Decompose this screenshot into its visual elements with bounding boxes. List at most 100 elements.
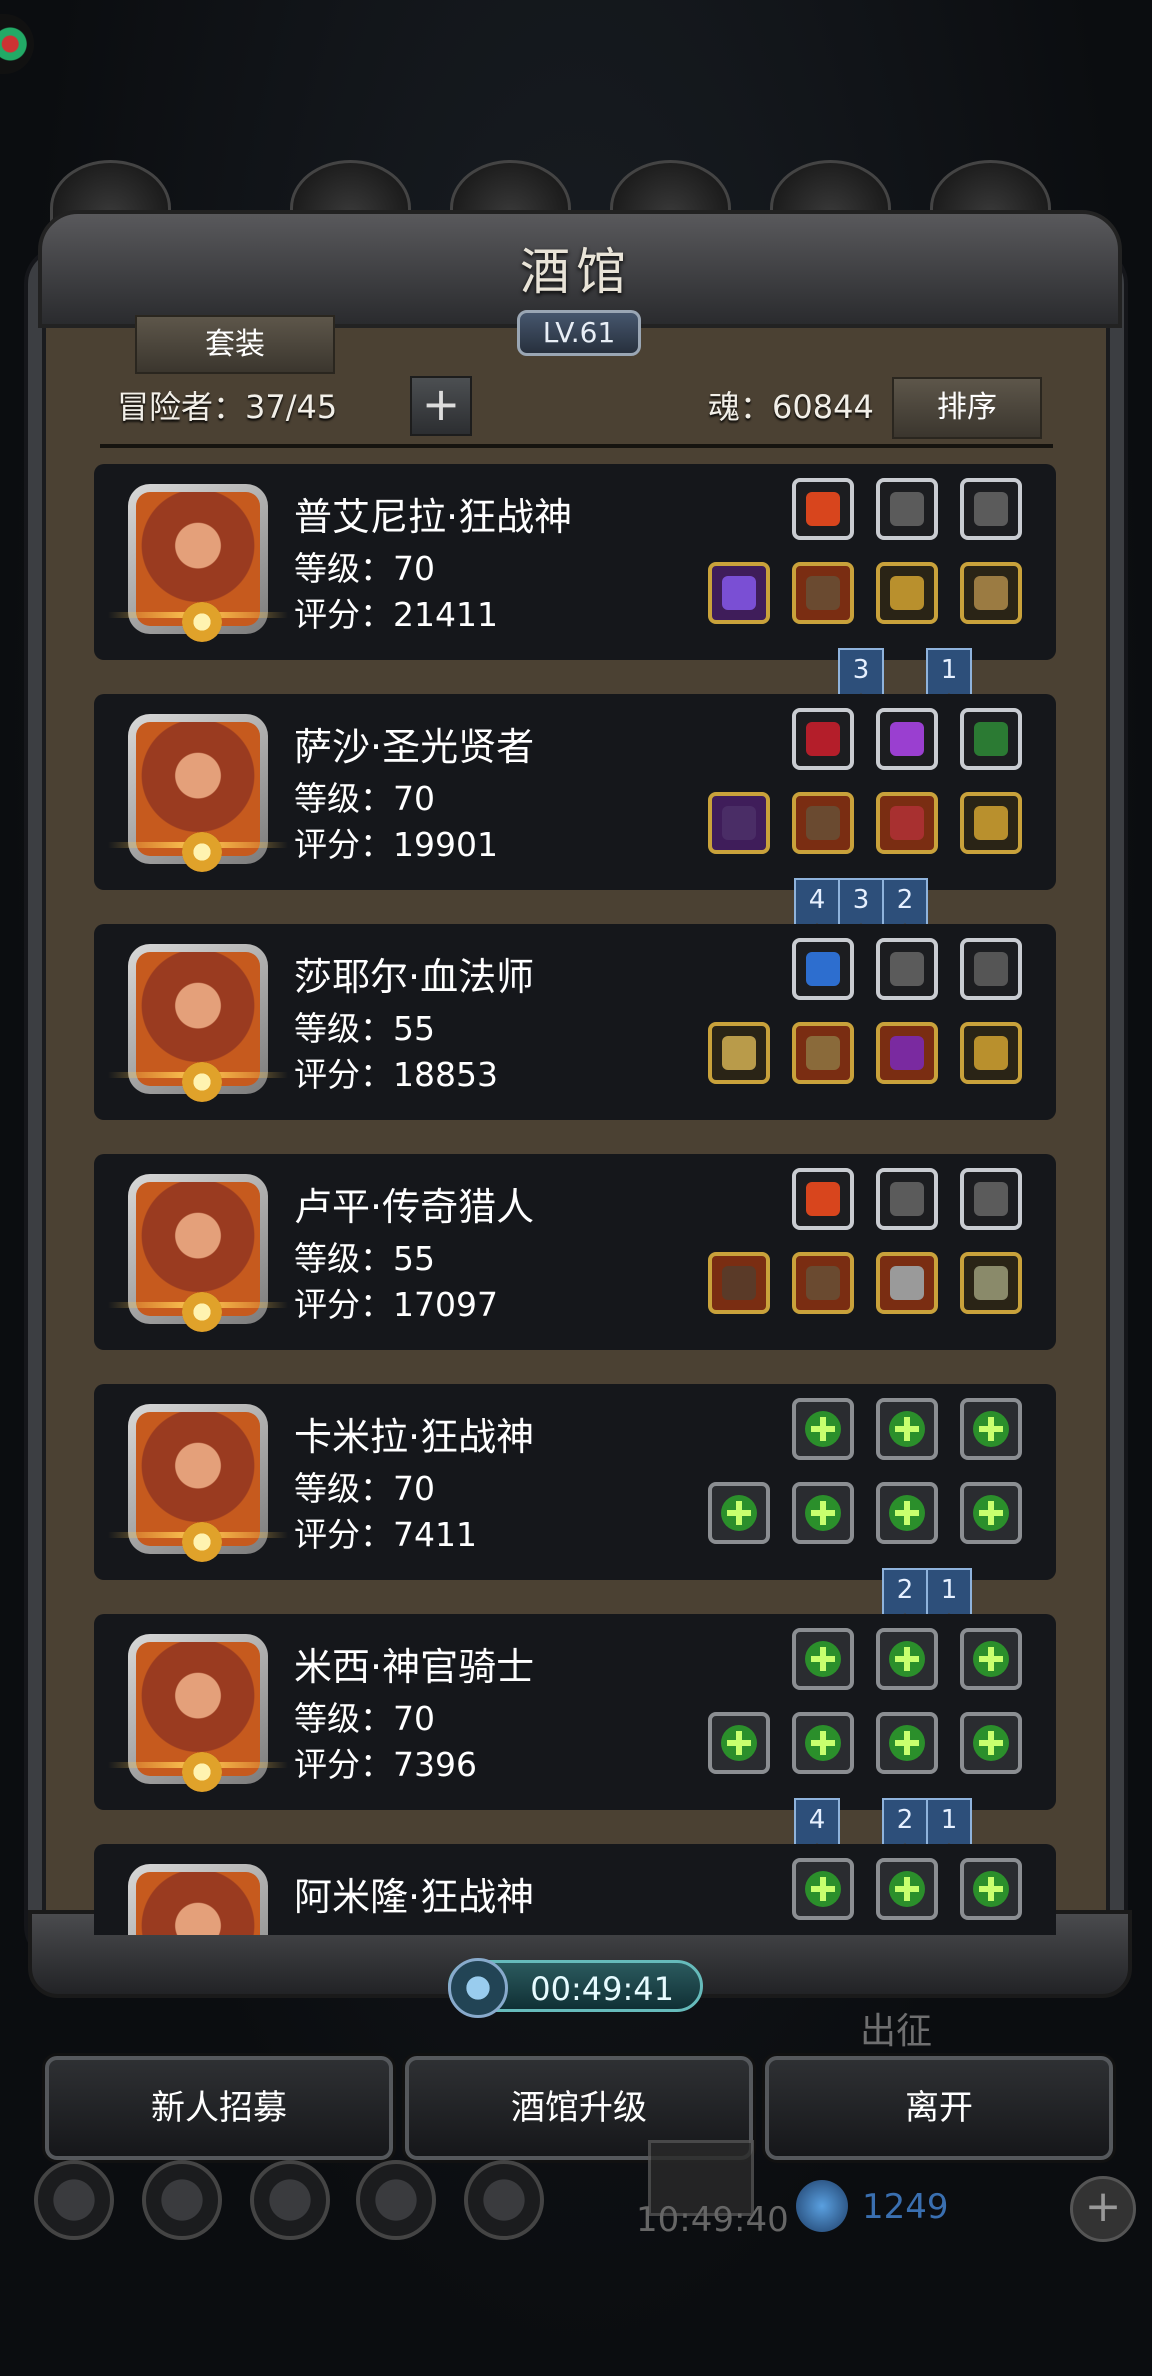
equipment-slot[interactable] — [792, 562, 854, 624]
star-icon[interactable] — [142, 2160, 222, 2240]
equipment-slot[interactable] — [960, 1252, 1022, 1314]
add-equipment-slot[interactable] — [960, 1712, 1022, 1774]
rank-badge-icon — [182, 1292, 222, 1332]
add-equipment-slot[interactable] — [960, 1482, 1022, 1544]
add-equipment-slot[interactable] — [708, 1482, 770, 1544]
mask-icon — [974, 952, 1008, 986]
hero-name: 普艾尼拉·狂战神 — [294, 495, 573, 539]
equipment-slot[interactable] — [792, 938, 854, 1000]
equipment-slot[interactable] — [792, 1252, 854, 1314]
add-equipment-slot[interactable] — [792, 1398, 854, 1460]
add-equipment-slot[interactable] — [960, 1628, 1022, 1690]
staff-icon — [722, 806, 756, 840]
plus-icon — [973, 1725, 1009, 1761]
equipment-slot[interactable] — [876, 792, 938, 854]
equipment-slot[interactable] — [708, 1022, 770, 1084]
arm-guard-icon — [974, 576, 1008, 610]
mail-icon[interactable] — [356, 2160, 436, 2240]
gun-icon — [722, 1266, 756, 1300]
hero-card[interactable]: 卢平·传奇猎人 等级：55 评分：17097 — [94, 1154, 1056, 1350]
equipment-slot[interactable] — [792, 1168, 854, 1230]
hero-portrait-image — [136, 1872, 260, 1935]
equipment-slot[interactable] — [708, 792, 770, 854]
add-equipment-slot[interactable] — [876, 1628, 938, 1690]
add-equipment-slot[interactable] — [792, 1712, 854, 1774]
hero-list[interactable]: 普艾尼拉·狂战神 等级：70 评分：21411 3 1 萨沙·圣光贤者 等级：70 评分：19… — [90, 460, 1060, 1935]
expand-slots-button[interactable]: + — [410, 376, 472, 436]
plus-icon — [889, 1411, 925, 1447]
plus-icon — [721, 1725, 757, 1761]
gear-icon[interactable] — [34, 2160, 114, 2240]
equipment-slot[interactable] — [876, 562, 938, 624]
equipment-slot[interactable] — [960, 478, 1022, 540]
equipment-slot[interactable] — [876, 1168, 938, 1230]
equipment-slot[interactable] — [876, 708, 938, 770]
add-equipment-slot[interactable] — [960, 1398, 1022, 1460]
equipment-slot[interactable] — [792, 478, 854, 540]
equipment-slot[interactable] — [792, 708, 854, 770]
equipment-slot[interactable] — [960, 708, 1022, 770]
hero-name: 卢平·传奇猎人 — [294, 1185, 535, 1229]
hero-level: 等级：55 — [294, 1009, 435, 1048]
recruit-button[interactable]: 新人招募 — [45, 2056, 393, 2160]
ring-icon — [974, 806, 1008, 840]
hero-card[interactable]: 阿米隆·狂战神 — [94, 1844, 1056, 1935]
add-equipment-slot[interactable] — [792, 1628, 854, 1690]
equipment-slot[interactable] — [960, 1168, 1022, 1230]
deploy-label: 出征 — [860, 2011, 933, 2052]
add-gems-button[interactable]: + — [1070, 2176, 1136, 2242]
plus-icon — [721, 1495, 757, 1531]
heart-icon — [806, 722, 840, 756]
gate-icon[interactable] — [250, 2160, 330, 2240]
feather-icon — [890, 952, 924, 986]
hero-portrait[interactable] — [128, 1864, 268, 1935]
hero-name: 米西·神官骑士 — [294, 1645, 535, 1689]
equipment-slot[interactable] — [792, 1022, 854, 1084]
add-equipment-slot[interactable] — [708, 1712, 770, 1774]
equipment-slot[interactable] — [792, 792, 854, 854]
armor-icon — [806, 1266, 840, 1300]
rank-badge-icon — [182, 1062, 222, 1102]
sort-button[interactable]: 排序 — [892, 377, 1042, 439]
equipment-slot[interactable] — [708, 562, 770, 624]
add-equipment-slot[interactable] — [792, 1482, 854, 1544]
ring-icon — [890, 576, 924, 610]
equipment-slot[interactable] — [876, 1022, 938, 1084]
add-equipment-slot[interactable] — [876, 1482, 938, 1544]
helmet-icon — [890, 1266, 924, 1300]
fire-icon — [806, 492, 840, 526]
divider — [100, 444, 1053, 448]
rank-badge-icon — [182, 1522, 222, 1562]
feather-icon — [974, 492, 1008, 526]
leave-button[interactable]: 离开 — [765, 2056, 1113, 2160]
equipment-slot[interactable] — [960, 1022, 1022, 1084]
hero-card[interactable]: 卡米拉·狂战神 等级：70 评分：7411 — [94, 1384, 1056, 1580]
tavern-level-badge: LV.61 — [517, 310, 641, 356]
hero-card[interactable]: 普艾尼拉·狂战神 等级：70 评分：21411 — [94, 464, 1056, 660]
hero-card[interactable]: 米西·神官骑士 等级：70 评分：7396 — [94, 1614, 1056, 1810]
equipment-slot[interactable] — [876, 478, 938, 540]
equipment-slot[interactable] — [960, 938, 1022, 1000]
set-button[interactable]: 套装 — [135, 315, 335, 374]
add-equipment-slot[interactable] — [792, 1858, 854, 1920]
add-equipment-slot[interactable] — [876, 1712, 938, 1774]
add-equipment-slot[interactable] — [876, 1398, 938, 1460]
scroll-icon — [974, 722, 1008, 756]
equipment-slot[interactable] — [960, 562, 1022, 624]
equipment-slot[interactable] — [876, 938, 938, 1000]
hero-card[interactable]: 萨沙·圣光贤者 等级：70 评分：19901 — [94, 694, 1056, 890]
hero-score: 评分：7411 — [294, 1515, 477, 1554]
hero-name: 萨沙·圣光贤者 — [294, 725, 535, 769]
ring-icon — [974, 1036, 1008, 1070]
plus-icon — [973, 1495, 1009, 1531]
hero-card[interactable]: 莎耶尔·血法师 等级：55 评分：18853 — [94, 924, 1056, 1120]
equipment-slot[interactable] — [960, 792, 1022, 854]
add-equipment-slot[interactable] — [876, 1858, 938, 1920]
plus-icon — [805, 1641, 841, 1677]
add-equipment-slot[interactable] — [960, 1858, 1022, 1920]
equipment-slot[interactable] — [876, 1252, 938, 1314]
equipment-slot[interactable] — [708, 1252, 770, 1314]
castle-icon[interactable] — [464, 2160, 544, 2240]
amulet-icon — [890, 1036, 924, 1070]
feather-icon — [974, 1182, 1008, 1216]
